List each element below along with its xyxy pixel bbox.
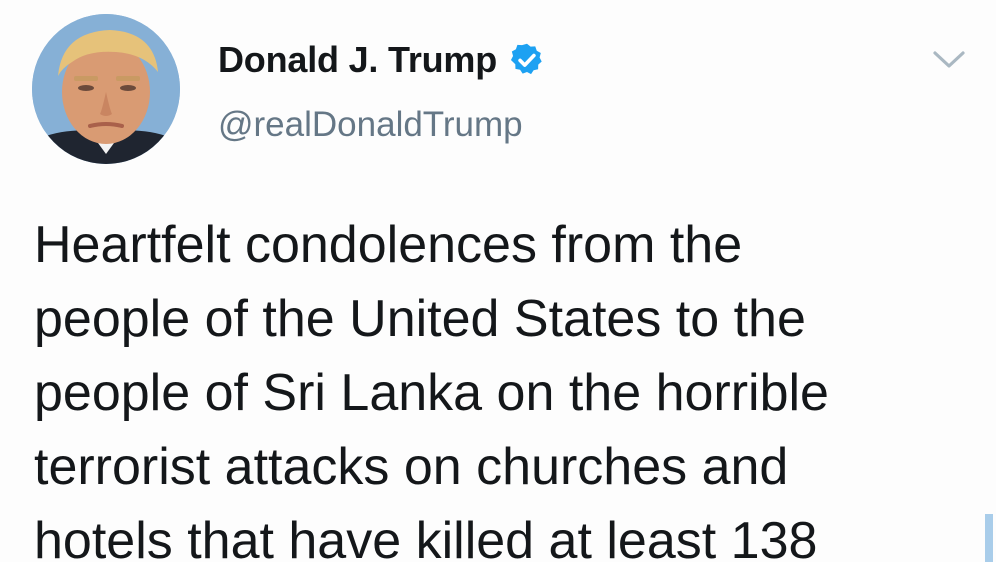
profile-avatar[interactable] — [32, 14, 180, 164]
author-name-row[interactable]: Donald J. Trump — [218, 36, 545, 84]
verified-badge-icon — [510, 43, 542, 75]
author-display-name[interactable]: Donald J. Trump — [218, 39, 497, 81]
tweet-text: Heartfelt condolences from the people of… — [34, 216, 829, 562]
avatar-portrait-icon — [32, 14, 180, 164]
scroll-indicator — [985, 514, 993, 562]
tweet-card: Donald J. Trump @realDonaldTrump Heartfe… — [0, 0, 996, 562]
chevron-down-icon[interactable] — [931, 47, 967, 71]
author-handle[interactable]: @realDonaldTrump — [218, 105, 523, 145]
